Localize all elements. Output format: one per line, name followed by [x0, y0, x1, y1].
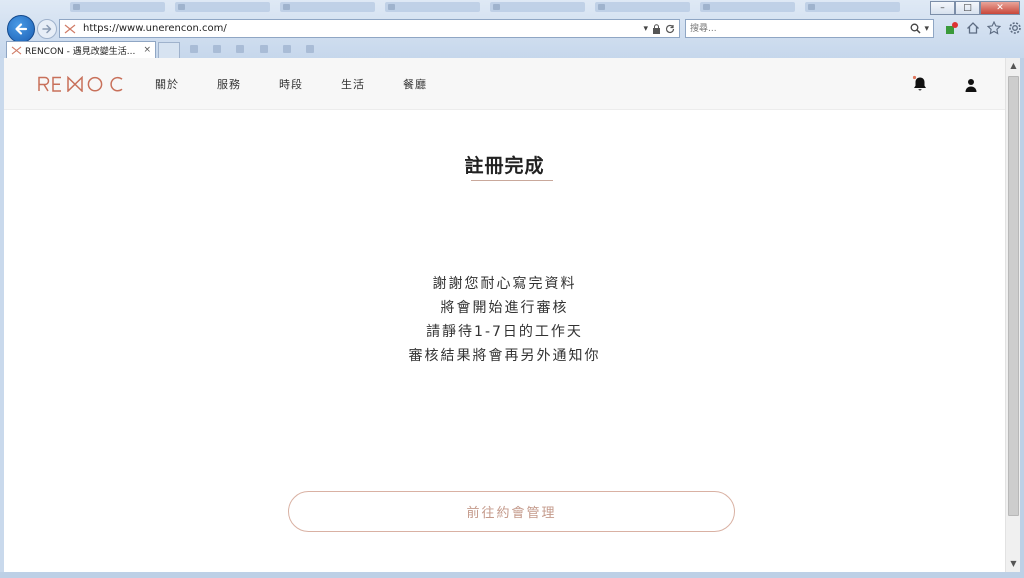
notifications-button[interactable] — [911, 75, 929, 93]
window-frame-right — [1020, 58, 1024, 572]
site-favicon-icon — [11, 45, 22, 55]
refresh-icon[interactable] — [665, 24, 675, 34]
tab-title: RENCON - 遇見改變生活... — [25, 46, 136, 57]
site-header: 關於 服務 時段 生活 餐廳 — [4, 58, 1005, 110]
favorite-item[interactable] — [306, 43, 319, 55]
background-tab[interactable] — [175, 2, 270, 12]
favorite-item[interactable] — [190, 43, 203, 55]
rencon-logo[interactable] — [38, 75, 124, 93]
dropdown-arrow-icon[interactable]: ▾ — [643, 24, 648, 34]
message-line: 將會開始進行審核 — [440, 300, 569, 316]
active-tab[interactable]: RENCON - 遇見改變生活... × — [6, 41, 156, 58]
background-tabs-strip — [60, 0, 940, 14]
nav-item-timeslots[interactable]: 時段 — [279, 76, 303, 92]
site-favicon-icon — [63, 22, 77, 36]
forward-button[interactable] — [37, 19, 57, 39]
address-bar[interactable]: ▾ — [59, 19, 680, 38]
vertical-scrollbar[interactable]: ▲ ▼ — [1005, 58, 1020, 572]
browser-search-input[interactable] — [686, 20, 911, 37]
message-line: 審核結果將會再另外通知你 — [408, 348, 601, 364]
scroll-down-icon[interactable]: ▼ — [1006, 556, 1021, 572]
background-tab[interactable] — [280, 2, 375, 12]
url-input[interactable] — [83, 20, 644, 37]
go-to-dates-button[interactable]: 前往約會管理 — [288, 491, 735, 532]
browser-toolbar-icons — [944, 20, 1023, 36]
browser-search-bar[interactable]: ▾ — [685, 19, 934, 38]
home-icon[interactable] — [965, 20, 981, 36]
maximize-button[interactable]: □ — [955, 1, 980, 15]
new-tab-button[interactable] — [158, 42, 180, 58]
search-icon[interactable] — [910, 23, 921, 34]
background-tab[interactable] — [70, 2, 165, 12]
window-frame-bottom — [0, 572, 1024, 578]
browser-chrome: – □ ✕ ▾ ▾ — [0, 0, 1024, 58]
nav-item-restaurants[interactable]: 餐廳 — [403, 76, 427, 92]
favorite-item[interactable] — [282, 43, 296, 55]
background-tab[interactable] — [490, 2, 585, 12]
page-viewport: 關於 服務 時段 生活 餐廳 註冊完成 謝謝您耐心寫完資料 將會開始進行審核 請… — [4, 58, 1005, 572]
account-button[interactable] — [963, 77, 979, 93]
extension-icon[interactable] — [944, 20, 960, 36]
gear-icon[interactable] — [1007, 20, 1023, 36]
background-tab[interactable] — [385, 2, 480, 12]
main-nav: 關於 服務 時段 生活 餐廳 — [155, 76, 427, 92]
nav-item-about[interactable]: 關於 — [155, 76, 179, 92]
scroll-up-icon[interactable]: ▲ — [1006, 58, 1021, 74]
nav-item-services[interactable]: 服務 — [217, 76, 241, 92]
tab-bar: RENCON - 遇見改變生活... × — [0, 40, 1024, 58]
favorite-item[interactable] — [236, 43, 249, 55]
rencon-logo-mark — [38, 76, 123, 92]
nav-item-life[interactable]: 生活 — [341, 76, 365, 92]
background-tab[interactable] — [805, 2, 900, 12]
scroll-thumb[interactable] — [1008, 76, 1019, 516]
minimize-button[interactable]: – — [930, 1, 955, 15]
tab-close-icon[interactable]: × — [143, 45, 151, 55]
close-window-button[interactable]: ✕ — [980, 1, 1020, 15]
confirmation-message: 謝謝您耐心寫完資料 將會開始進行審核 請靜待1-7日的工作天 審核結果將會再另外… — [4, 272, 1005, 368]
favorite-item[interactable] — [259, 43, 273, 55]
message-line: 謝謝您耐心寫完資料 — [432, 276, 577, 292]
favorite-item[interactable] — [213, 43, 226, 55]
title-underline — [471, 180, 553, 181]
back-arrow-icon — [15, 23, 28, 35]
window-controls: – □ ✕ — [930, 1, 1020, 15]
page-title: 註冊完成 — [464, 155, 545, 177]
favorites-bar — [190, 43, 319, 55]
bell-icon — [912, 75, 926, 91]
forward-arrow-icon — [42, 24, 52, 34]
lock-icon[interactable] — [652, 23, 661, 34]
user-icon — [965, 79, 977, 92]
search-dropdown-icon[interactable]: ▾ — [924, 24, 929, 34]
background-tab[interactable] — [595, 2, 690, 12]
back-button[interactable] — [7, 15, 35, 43]
star-icon[interactable] — [986, 20, 1002, 36]
message-line: 請靜待1-7日的工作天 — [426, 324, 583, 340]
background-tab[interactable] — [700, 2, 795, 12]
